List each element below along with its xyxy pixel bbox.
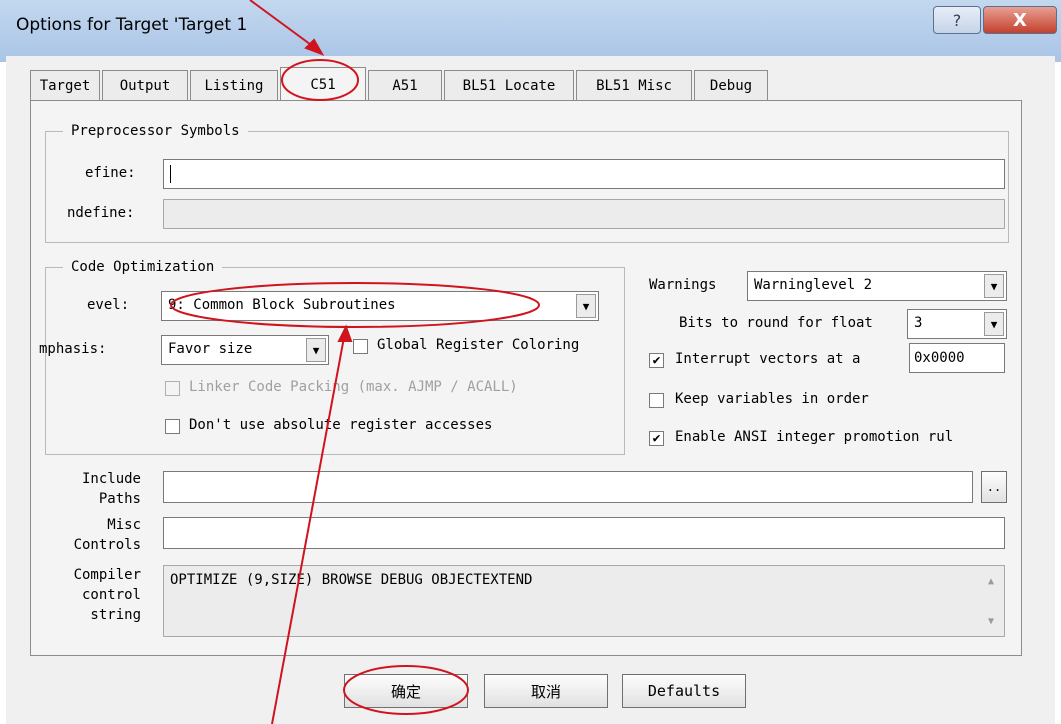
tab-label: Debug: [709, 77, 753, 94]
scroll-up-icon[interactable]: ▲: [979, 571, 1003, 591]
dont-use-absolute-label: Don't use absolute register accesses: [189, 417, 493, 433]
tab-bl51-misc[interactable]: BL51 Misc: [576, 70, 692, 100]
defaults-label: Defaults: [647, 682, 721, 700]
tab-label: C51: [310, 76, 336, 93]
tab-bl51-locate[interactable]: BL51 Locate: [444, 70, 574, 100]
warnings-select[interactable]: Warninglevel 2 ▼: [747, 271, 1007, 301]
include-paths-input[interactable]: [163, 471, 973, 503]
define-input[interactable]: [163, 159, 1005, 189]
c51-panel: Preprocessor Symbols efine: ndefine: Cod…: [30, 100, 1022, 656]
bits-round-label: Bits to round for float: [679, 315, 873, 331]
compiler-label-2: control: [81, 587, 141, 603]
browse-include-button[interactable]: ..: [981, 471, 1007, 503]
compiler-label-1: Compiler: [73, 567, 141, 583]
warnings-value: Warninglevel 2: [754, 277, 873, 293]
tab-listing[interactable]: Listing: [190, 70, 278, 100]
vertical-scrollbar[interactable]: ▲ ▼: [979, 567, 1003, 635]
ansi-promotion-label: Enable ANSI integer promotion rul: [675, 429, 954, 445]
bits-round-value: 3: [914, 315, 923, 331]
misc-label-1: Misc: [107, 517, 141, 533]
misc-label-2: Controls: [73, 537, 141, 553]
keep-variables-label: Keep variables in order: [675, 391, 869, 407]
cancel-label: 取消: [530, 682, 561, 701]
ok-button[interactable]: 确定: [344, 674, 468, 708]
ok-label: 确定: [390, 682, 421, 701]
global-register-coloring-checkbox[interactable]: [353, 339, 368, 354]
tab-label: Output: [119, 77, 171, 94]
include-label-2: Paths: [98, 491, 141, 507]
interrupt-vectors-input[interactable]: 0x0000: [909, 343, 1005, 373]
tab-label: BL51 Locate: [462, 77, 556, 94]
global-register-coloring-label: Global Register Coloring: [377, 337, 580, 353]
cancel-button[interactable]: 取消: [484, 674, 608, 708]
level-value: 9: Common Block Subroutines: [168, 297, 396, 313]
close-icon: X: [1013, 9, 1027, 31]
tab-label: Target: [39, 77, 91, 94]
preprocessor-group-title: Preprocessor Symbols: [63, 123, 248, 139]
text-caret: [170, 165, 171, 183]
dont-use-absolute-checkbox[interactable]: [165, 419, 180, 434]
tab-a51[interactable]: A51: [368, 70, 442, 100]
level-select[interactable]: 9: Common Block Subroutines ▼: [161, 291, 599, 321]
tab-target[interactable]: Target: [30, 70, 100, 100]
code-optimization-title: Code Optimization: [63, 259, 223, 275]
check-icon: ✔: [652, 353, 661, 368]
keep-variables-checkbox[interactable]: [649, 393, 664, 408]
tab-label: BL51 Misc: [596, 77, 672, 94]
linker-code-packing-checkbox: [165, 381, 180, 396]
bits-round-select[interactable]: 3 ▼: [907, 309, 1007, 339]
title-bar[interactable]: Options for Target 'Target 1 ? X: [0, 0, 1061, 62]
chevron-down-icon[interactable]: ▼: [576, 294, 596, 318]
emphasis-select[interactable]: Favor size ▼: [161, 335, 329, 365]
emphasis-label: mphasis:: [39, 341, 107, 357]
chevron-down-icon[interactable]: ▼: [306, 338, 326, 362]
linker-code-packing-label: Linker Code Packing (max. AJMP / ACALL): [189, 379, 518, 395]
chevron-down-icon[interactable]: ▼: [984, 274, 1004, 298]
chevron-down-icon[interactable]: ▼: [984, 312, 1004, 336]
tab-label: Listing: [204, 77, 264, 94]
help-icon: ?: [952, 10, 962, 30]
emphasis-value: Favor size: [168, 341, 253, 357]
interrupt-vectors-label: Interrupt vectors at a: [675, 351, 861, 367]
window-title: Options for Target 'Target 1: [16, 15, 248, 35]
tab-label: A51: [392, 77, 418, 94]
tab-c51[interactable]: C51: [280, 67, 366, 101]
define-label: efine:: [85, 165, 136, 181]
check-icon: ✔: [652, 431, 661, 446]
compiler-control-textarea[interactable]: OPTIMIZE (9,SIZE) BROWSE DEBUG OBJECTEXT…: [163, 565, 1005, 637]
undefine-label: ndefine:: [67, 205, 135, 221]
defaults-button[interactable]: Defaults: [622, 674, 746, 708]
close-button[interactable]: X: [983, 6, 1057, 34]
scroll-down-icon[interactable]: ▼: [979, 611, 1003, 631]
browse-label: ..: [986, 480, 1002, 494]
level-label: evel:: [87, 297, 130, 313]
interrupt-vectors-checkbox[interactable]: ✔: [649, 353, 664, 368]
help-button[interactable]: ?: [933, 6, 981, 34]
compiler-label-3: string: [90, 607, 141, 623]
tab-debug[interactable]: Debug: [694, 70, 768, 100]
undefine-input: [163, 199, 1005, 229]
interrupt-vectors-value: 0x0000: [914, 350, 965, 366]
compiler-control-value: OPTIMIZE (9,SIZE) BROWSE DEBUG OBJECTEXT…: [170, 572, 533, 588]
include-label-1: Include: [81, 471, 141, 487]
ansi-promotion-checkbox[interactable]: ✔: [649, 431, 664, 446]
tab-output[interactable]: Output: [102, 70, 188, 100]
warnings-label: Warnings: [649, 277, 717, 293]
misc-controls-input[interactable]: [163, 517, 1005, 549]
